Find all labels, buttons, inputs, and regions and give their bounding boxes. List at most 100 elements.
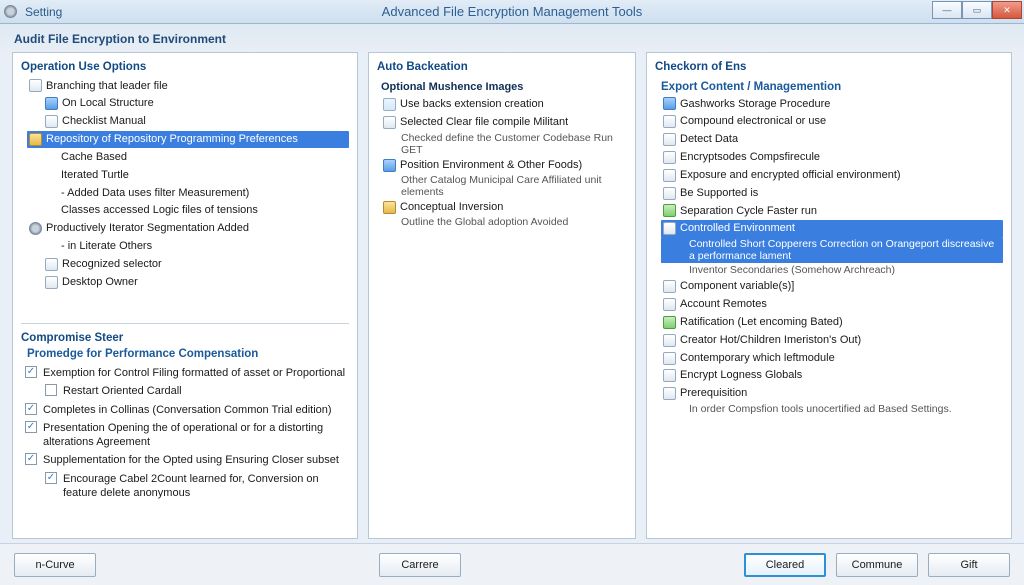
right-item-label: Creator Hot/Children Imeriston's Out) — [680, 333, 861, 348]
titlebar-left: Setting — [4, 5, 62, 19]
right-item-label: Exposure and encrypted official environm… — [680, 168, 901, 183]
right-item[interactable]: Creator Hot/Children Imeriston's Out) — [661, 331, 1003, 349]
gear-icon — [29, 222, 42, 235]
mid-item[interactable]: Position Environment & Other Foods) — [377, 156, 627, 174]
right-item[interactable]: Compound electronical or use — [661, 113, 1003, 131]
tree-item[interactable]: Branching that leader file — [27, 77, 349, 95]
check-item-label: Completes in Collinas (Conversation Comm… — [43, 403, 332, 417]
mid-item-label: Position Environment & Other Foods) — [400, 158, 582, 172]
option-tree[interactable]: Branching that leader fileOn Local Struc… — [21, 77, 349, 291]
tree-item-label: - Added Data uses filter Measurement) — [61, 186, 249, 201]
mid-group-title: Optional Mushence Images — [381, 81, 627, 93]
right-item[interactable]: Exposure and encrypted official environm… — [661, 166, 1003, 184]
mid-item[interactable]: Use backs extension creation — [377, 95, 627, 113]
right-item-desc2: Inventor Secondaries (Somehow Archreach) — [661, 263, 1003, 278]
mid-panel: Auto Backeation Optional Mushence Images… — [368, 52, 636, 539]
checkbox-icon[interactable] — [25, 421, 37, 433]
right-item-label: Encrypt Logness Globals — [680, 368, 802, 383]
page-icon — [663, 187, 676, 200]
check-item-label: Exemption for Control Filing formatted o… — [43, 366, 345, 380]
tree-item[interactable]: On Local Structure — [27, 95, 349, 113]
footer-secondary-button[interactable]: Commune — [836, 553, 918, 577]
check-item[interactable]: Presentation Opening the of operational … — [25, 419, 349, 452]
tree-item[interactable]: Cache Based — [27, 148, 349, 166]
footer-primary-button[interactable]: Cleared — [744, 553, 826, 577]
footer: n-Curve Carrere Cleared Commune Gift — [0, 543, 1024, 585]
blue-icon — [383, 159, 396, 172]
right-item-label: Be Supported is — [680, 186, 758, 201]
right-item[interactable]: Ratification (Let encoming Bated) — [661, 313, 1003, 331]
right-item[interactable]: Account Remotes — [661, 296, 1003, 314]
right-item[interactable]: Prerequisition — [661, 385, 1003, 403]
tree-item-label: Branching that leader file — [46, 79, 168, 94]
subheader: Audit File Encryption to Environment — [0, 24, 1024, 52]
folder-icon — [29, 133, 42, 146]
check-item[interactable]: Exemption for Control Filing formatted o… — [25, 364, 349, 382]
right-item-label: Separation Cycle Faster run — [680, 204, 817, 219]
right-item[interactable]: Be Supported is — [661, 184, 1003, 202]
tree-item[interactable]: Desktop Owner — [27, 273, 349, 291]
left-upper-title: Operation Use Options — [21, 61, 349, 73]
right-panel: Checkorn of Ens Export Content / Managem… — [646, 52, 1012, 539]
check-item[interactable]: Restart Oriented Cardall — [25, 382, 349, 400]
tree-item-label: Classes accessed Logic files of tensions — [61, 203, 258, 218]
right-item-label: Controlled Environment — [680, 221, 795, 236]
right-item-label: Encryptsodes Compsfirecule — [680, 150, 820, 165]
right-item-label: Ratification (Let encoming Bated) — [680, 315, 843, 330]
tree-item[interactable]: Iterated Turtle — [27, 166, 349, 184]
check-item[interactable]: Completes in Collinas (Conversation Comm… — [25, 401, 349, 419]
checkbox-icon[interactable] — [25, 453, 37, 465]
tree-item-label: Productively Iterator Segmentation Added — [46, 221, 249, 236]
app-icon — [4, 5, 17, 18]
window-title: Advanced File Encryption Management Tool… — [382, 4, 643, 19]
tree-item-label: Recognized selector — [62, 257, 162, 272]
page-icon — [663, 169, 676, 182]
right-item-label: Detect Data — [680, 132, 738, 147]
right-item[interactable]: Detect Data — [661, 131, 1003, 149]
tree-item[interactable]: Classes accessed Logic files of tensions — [27, 202, 349, 220]
window-buttons: — ▭ ✕ — [932, 1, 1022, 19]
right-item[interactable]: Controlled Environment — [661, 220, 1003, 238]
right-item[interactable]: Separation Cycle Faster run — [661, 202, 1003, 220]
right-item[interactable]: Gashworks Storage Procedure — [661, 95, 1003, 113]
check-item-label: Presentation Opening the of operational … — [43, 421, 349, 450]
tree-item-label: Checklist Manual — [62, 114, 146, 129]
check-item-label: Restart Oriented Cardall — [63, 384, 182, 398]
close-button[interactable]: ✕ — [992, 1, 1022, 19]
right-item[interactable]: Contemporary which leftmodule — [661, 349, 1003, 367]
tree-item[interactable]: Checklist Manual — [27, 113, 349, 131]
left-panel: Operation Use Options Branching that lea… — [12, 52, 358, 539]
minimize-button[interactable]: — — [932, 1, 962, 19]
right-item-label: Contemporary which leftmodule — [680, 351, 835, 366]
check-item[interactable]: Supplementation for the Opted using Ensu… — [25, 451, 349, 469]
check-item[interactable]: Encourage Cabel 2Count learned for, Conv… — [25, 470, 349, 503]
footer-center-button[interactable]: Carrere — [379, 553, 461, 577]
checkbox-icon[interactable] — [25, 403, 37, 415]
left-lower-title: Compromise Steer — [21, 332, 349, 344]
tree-item[interactable]: Productively Iterator Segmentation Added — [27, 220, 349, 238]
right-item[interactable]: Encryptsodes Compsfirecule — [661, 149, 1003, 167]
page-icon — [29, 79, 42, 92]
footer-close-button[interactable]: Gift — [928, 553, 1010, 577]
checkbox-icon[interactable] — [45, 472, 57, 484]
tree-item[interactable]: Repository of Repository Programming Pre… — [27, 131, 349, 149]
right-item-list[interactable]: Gashworks Storage ProcedureCompound elec… — [655, 95, 1003, 417]
mid-item[interactable]: Conceptual Inversion — [377, 198, 627, 216]
maximize-button[interactable]: ▭ — [962, 1, 992, 19]
page-icon — [45, 276, 58, 289]
tree-item-label: - in Literate Others — [61, 239, 152, 254]
right-item-label: Component variable(s)] — [680, 279, 794, 294]
right-item[interactable]: Component variable(s)] — [661, 278, 1003, 296]
tree-item[interactable]: Recognized selector — [27, 255, 349, 273]
left-lower-subtitle: Promedge for Performance Compensation — [27, 348, 349, 360]
checkbox-icon[interactable] — [45, 384, 57, 396]
footer-left-button[interactable]: n-Curve — [14, 553, 96, 577]
checkbox-list: Exemption for Control Filing formatted o… — [21, 364, 349, 502]
right-group-title: Export Content / Managemention — [661, 81, 1003, 93]
right-item-label: Prerequisition — [680, 386, 747, 401]
mid-item[interactable]: Selected Clear file compile Militant — [377, 113, 627, 131]
tree-item[interactable]: - Added Data uses filter Measurement) — [27, 184, 349, 202]
tree-item[interactable]: - in Literate Others — [27, 238, 349, 256]
checkbox-icon[interactable] — [25, 366, 37, 378]
right-item[interactable]: Encrypt Logness Globals — [661, 367, 1003, 385]
